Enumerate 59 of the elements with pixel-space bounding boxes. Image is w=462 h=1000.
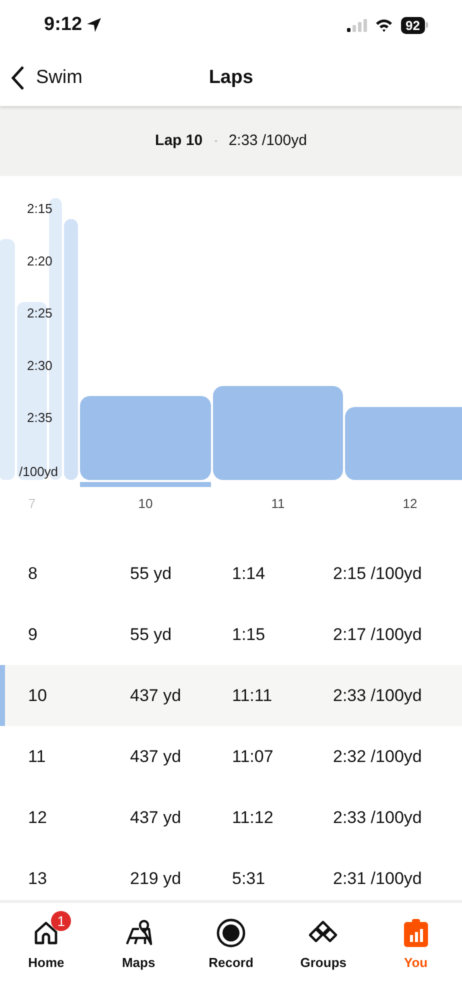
lap-number: 12 <box>28 806 48 829</box>
lap-row[interactable]: 10 437 yd 11:11 2:33 /100yd <box>0 665 462 726</box>
lap-row[interactable]: 13 219 yd 5:31 2:31 /100yd <box>0 848 462 900</box>
back-button[interactable]: Swim <box>10 64 82 92</box>
lap-pace-cell-text: 2:33 /100yd <box>333 806 423 829</box>
lap-row[interactable]: 11 437 yd 11:07 2:32 /100yd <box>0 726 462 787</box>
lap-number: 10 <box>28 684 48 707</box>
lap-pace-cell-text: 2:15 /100yd <box>333 562 423 585</box>
lap-time: 1:14 <box>232 562 266 585</box>
y-axis-label: 2:15 <box>27 201 52 216</box>
y-axis-label: 2:30 <box>27 358 52 373</box>
lap-distance: 437 yd <box>130 684 182 707</box>
lap-axis-label: 12 <box>402 496 418 511</box>
lap-row[interactable]: 9 55 yd 1:15 2:17 /100yd <box>0 604 462 665</box>
lap-number: 13 <box>28 868 48 890</box>
lap-time: 11:12 <box>232 806 274 829</box>
home-icon <box>33 920 60 946</box>
lap-distance: 55 yd <box>130 562 173 585</box>
lap-distance: 55 yd <box>130 624 173 646</box>
lap-time: 11:07 <box>232 746 274 768</box>
y-axis-label: 2:25 <box>27 306 52 321</box>
map-icon <box>124 919 153 947</box>
lap-time: 1:15 <box>232 624 266 646</box>
lap-number: 11 <box>28 746 47 768</box>
y-axis-label: 2:20 <box>27 253 52 268</box>
lap-time: 5:31 <box>232 868 266 890</box>
signal-icon <box>346 18 367 32</box>
lap-distance: 437 yd <box>130 806 182 829</box>
status-time: 9:12 <box>44 12 82 37</box>
notification-badge: 1 <box>51 911 72 931</box>
back-chevron-icon <box>10 65 26 91</box>
lap-distance: 437 yd <box>130 746 182 768</box>
lap-axis-label: 7 <box>28 496 36 511</box>
lap-pace-cell-text: 2:33 /100yd <box>333 684 423 707</box>
lap-axis-label: 11 <box>271 496 285 511</box>
wifi-icon <box>374 18 393 32</box>
lap-distance: 219 yd <box>130 868 182 890</box>
y-axis-label: 2:35 <box>27 410 52 426</box>
lap-number: 9 <box>28 624 38 646</box>
location-arrow-icon <box>86 17 102 33</box>
lap-row[interactable]: 8 55 yd 1:14 2:15 /100yd <box>0 543 462 604</box>
record-icon <box>216 918 246 948</box>
lap-pace-cell-text: 2:32 /100yd <box>333 746 423 768</box>
nav-tab[interactable]: Maps <box>92 907 185 972</box>
clipboard-chart-icon <box>402 918 429 948</box>
nav-tab[interactable]: Groups <box>277 907 370 972</box>
lap-label: Lap 10 <box>155 130 203 151</box>
lap-pace: 2:33 /100yd <box>228 130 307 151</box>
y-axis-unit: /100yd <box>19 464 58 479</box>
lap-time: 11:11 <box>232 684 274 707</box>
page-title: Laps <box>208 66 254 90</box>
lap-number: 8 <box>28 562 38 585</box>
lap-pace-cell-text: 2:17 /100yd <box>333 624 423 646</box>
nav-tab[interactable]: 1 Home <box>0 907 92 972</box>
battery-level: 92 <box>400 16 425 34</box>
nav-tab[interactable]: Record <box>184 907 278 972</box>
lap-row[interactable]: 12 437 yd 11:12 2:33 /100yd <box>0 787 462 848</box>
lap-axis-label: 10 <box>138 496 153 511</box>
lap-pace-cell-text: 2:31 /100yd <box>333 868 423 890</box>
